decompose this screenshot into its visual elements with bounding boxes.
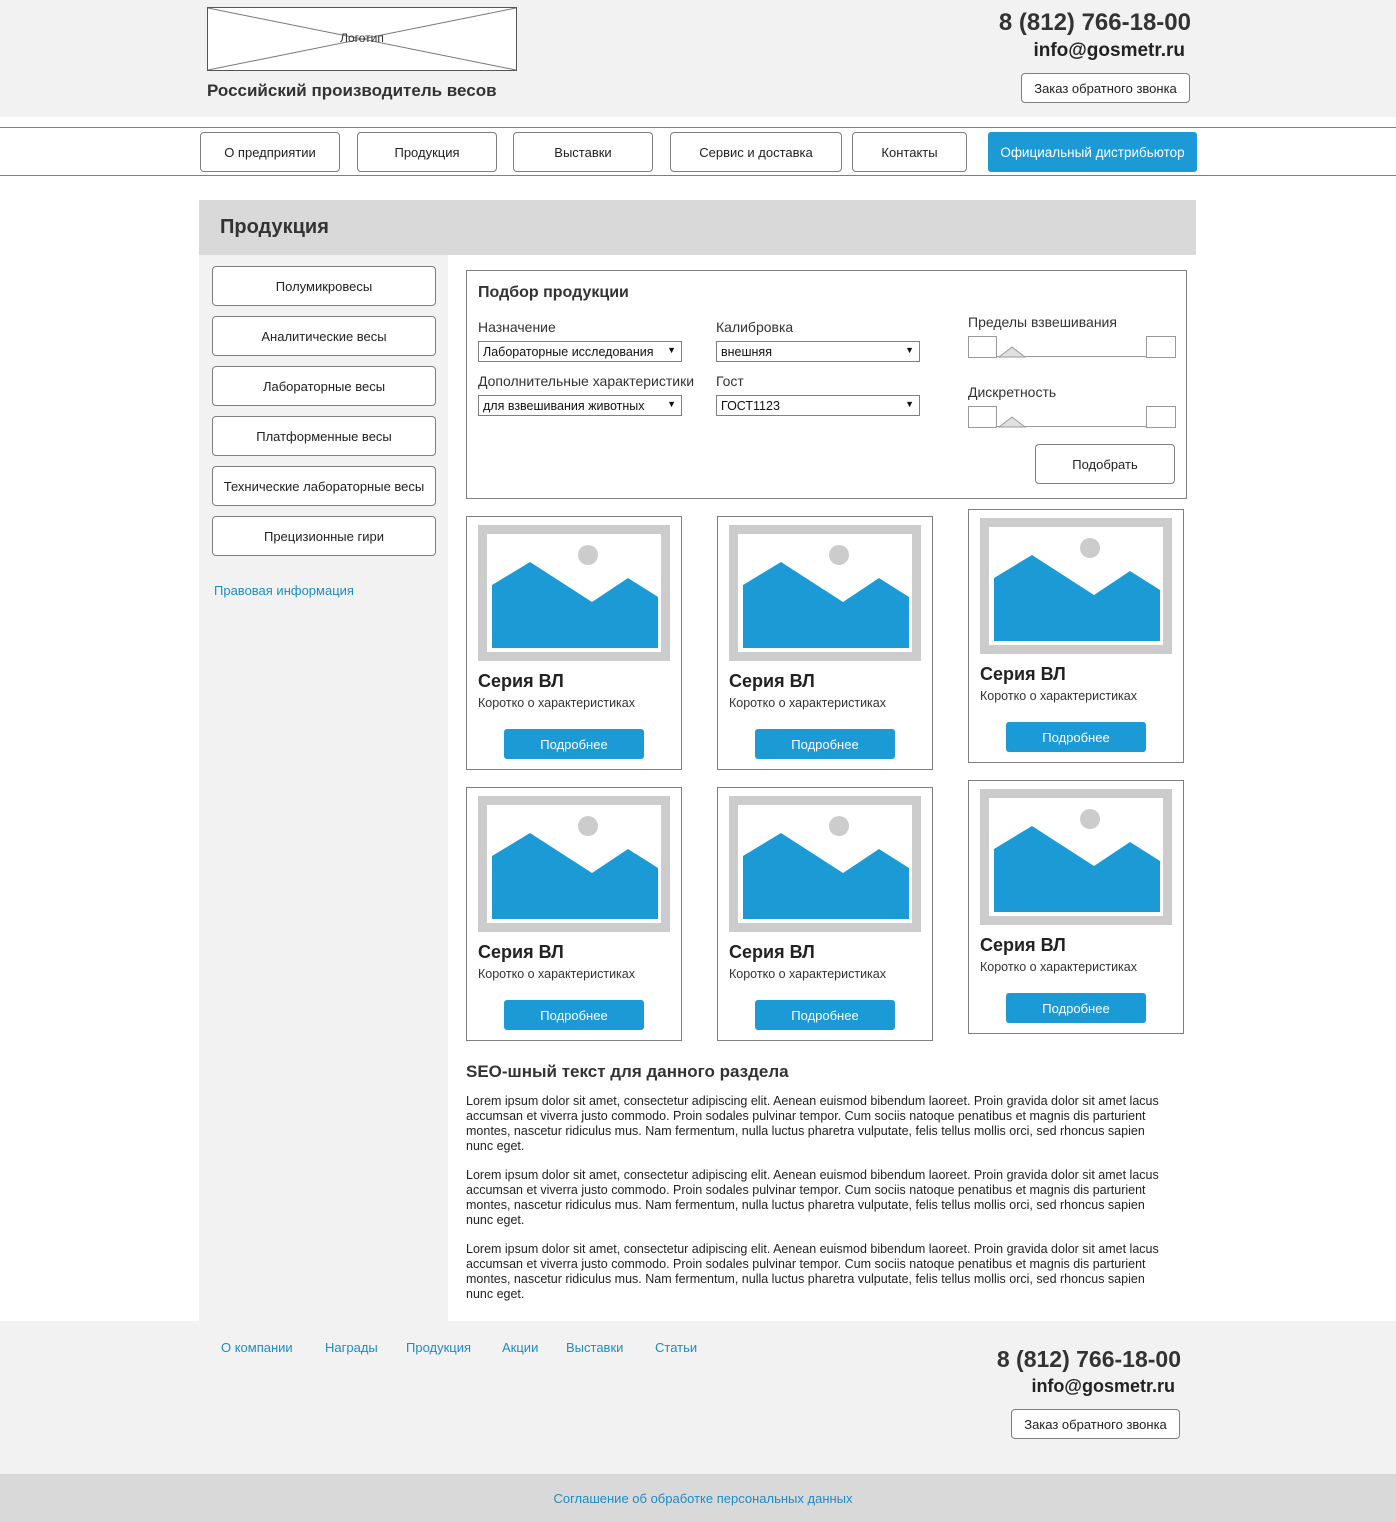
- product-description: Коротко о характеристиках: [980, 689, 1137, 703]
- image-placeholder-icon: [980, 518, 1172, 654]
- slider-handle-icon[interactable]: [998, 346, 1026, 358]
- limits-label: Пределы взвешивания: [968, 314, 1117, 330]
- product-card[interactable]: Серия ВЛ Коротко о характеристиках Подробн…: [717, 516, 933, 770]
- footer-link-promotions[interactable]: Акции: [502, 1340, 538, 1355]
- calibration-select-value: внешняя: [721, 345, 772, 359]
- image-placeholder-icon: [729, 796, 921, 932]
- chevron-down-icon: ▼: [667, 345, 676, 355]
- seo-paragraph: Lorem ipsum dolor sit amet, consectetur …: [466, 1242, 1159, 1301]
- nav-item-contacts[interactable]: Контакты: [852, 132, 967, 172]
- nav-item-service[interactable]: Сервис и доставка: [670, 132, 842, 172]
- limits-slider[interactable]: [968, 336, 1176, 358]
- page-title: Продукция: [220, 216, 329, 238]
- seo-text: Lorem ipsum dolor sit amet, consectetur …: [466, 1094, 1166, 1316]
- product-title[interactable]: Серия ВЛ: [980, 935, 1066, 956]
- product-card[interactable]: Серия ВЛ Коротко о характеристиках Подробн…: [466, 516, 682, 770]
- purpose-select[interactable]: Лабораторные исследования ▼: [478, 341, 682, 362]
- tagline: Российский производитель весов: [207, 81, 497, 100]
- sidebar-item-technical[interactable]: Технические лабораторные весы: [212, 466, 436, 506]
- product-details-button[interactable]: Подробнее: [504, 1000, 644, 1030]
- sidebar-item-laboratory[interactable]: Лабораторные весы: [212, 366, 436, 406]
- product-title[interactable]: Серия ВЛ: [980, 664, 1066, 685]
- extra-select[interactable]: для взвешивания животных ▼: [478, 395, 682, 416]
- legal-info-link[interactable]: Правовая информация: [214, 583, 354, 598]
- sidebar-item-weights[interactable]: Прецизионные гири: [212, 516, 436, 556]
- sidebar-item-platform[interactable]: Платформенные весы: [212, 416, 436, 456]
- calibration-label: Калибровка: [716, 319, 794, 335]
- footer-link-products[interactable]: Продукция: [406, 1340, 471, 1355]
- gost-select[interactable]: ГОСТ1123 ▼: [716, 395, 920, 416]
- discreteness-label: Дискретность: [968, 384, 1057, 400]
- product-details-button[interactable]: Подробнее: [504, 729, 644, 759]
- product-details-button[interactable]: Подробнее: [755, 729, 895, 759]
- product-card[interactable]: Серия ВЛ Коротко о характеристиках Подробн…: [466, 787, 682, 1041]
- chevron-down-icon: ▼: [667, 399, 676, 409]
- image-placeholder-icon: [478, 525, 670, 661]
- bottom-bar: Соглашение об обработке персональных дан…: [0, 1474, 1396, 1522]
- slider-handle-icon[interactable]: [998, 416, 1026, 428]
- header-email[interactable]: info@gosmetr.ru: [1033, 40, 1185, 62]
- product-details-button[interactable]: Подробнее: [1006, 722, 1146, 752]
- calibration-select[interactable]: внешняя ▼: [716, 341, 920, 362]
- nav-item-exhibitions[interactable]: Выставки: [513, 132, 653, 172]
- slider-max-box[interactable]: [1146, 406, 1176, 428]
- chevron-down-icon: ▼: [905, 399, 914, 409]
- product-description: Коротко о характеристиках: [980, 960, 1137, 974]
- logo-label: Логотип: [340, 31, 384, 45]
- product-card[interactable]: Серия ВЛ Коротко о характеристиках Подробн…: [968, 509, 1184, 763]
- footer-link-exhibitions[interactable]: Выставки: [566, 1340, 623, 1355]
- filter-title: Подбор продукции: [478, 284, 629, 301]
- chevron-down-icon: ▼: [905, 345, 914, 355]
- image-placeholder-icon: [980, 789, 1172, 925]
- product-details-button[interactable]: Подробнее: [755, 1000, 895, 1030]
- header: Логотип Российский производитель весов 8…: [0, 0, 1396, 117]
- product-title[interactable]: Серия ВЛ: [478, 671, 564, 692]
- product-description: Коротко о характеристиках: [478, 696, 635, 710]
- seo-paragraph: Lorem ipsum dolor sit amet, consectetur …: [466, 1094, 1159, 1153]
- slider-min-box[interactable]: [968, 336, 997, 358]
- footer-callback-button[interactable]: Заказ обратного звонка: [1011, 1409, 1180, 1439]
- distributor-button[interactable]: Официальный дистрибьютор: [988, 132, 1197, 172]
- footer: [0, 1321, 1396, 1474]
- nav-item-about[interactable]: О предприятии: [200, 132, 340, 172]
- product-details-button[interactable]: Подробнее: [1006, 993, 1146, 1023]
- slider-min-box[interactable]: [968, 406, 997, 428]
- sidebar-item-analytical[interactable]: Аналитические весы: [212, 316, 436, 356]
- slider-max-box[interactable]: [1146, 336, 1176, 358]
- footer-email[interactable]: info@gosmetr.ru: [1031, 1376, 1175, 1397]
- logo-placeholder[interactable]: Логотип: [207, 7, 517, 71]
- product-card[interactable]: Серия ВЛ Коротко о характеристиках Подробн…: [717, 787, 933, 1041]
- footer-link-awards[interactable]: Награды: [325, 1340, 378, 1355]
- sidebar: [199, 255, 448, 1321]
- product-description: Коротко о характеристиках: [478, 967, 635, 981]
- footer-phone[interactable]: 8 (812) 766-18-00: [997, 1346, 1181, 1373]
- product-description: Коротко о характеристиках: [729, 967, 886, 981]
- gost-label: Гост: [716, 373, 744, 389]
- product-title[interactable]: Серия ВЛ: [729, 671, 815, 692]
- agreement-link[interactable]: Соглашение об обработке персональных дан…: [0, 1491, 1396, 1506]
- gost-select-value: ГОСТ1123: [721, 399, 780, 413]
- seo-title: SEO-шный текст для данного раздела: [466, 1062, 789, 1081]
- page-title-bar: Продукция: [199, 200, 1196, 255]
- sidebar-item-semimicro[interactable]: Полумикровесы: [212, 266, 436, 306]
- footer-link-about[interactable]: О компании: [221, 1340, 293, 1355]
- footer-link-articles[interactable]: Статьи: [655, 1340, 697, 1355]
- product-title[interactable]: Серия ВЛ: [478, 942, 564, 963]
- filter-panel: Подбор продукции Назначение Лабораторные…: [466, 270, 1187, 499]
- image-placeholder-icon: [729, 525, 921, 661]
- product-description: Коротко о характеристиках: [729, 696, 886, 710]
- image-placeholder-icon: [478, 796, 670, 932]
- product-title[interactable]: Серия ВЛ: [729, 942, 815, 963]
- header-callback-button[interactable]: Заказ обратного звонка: [1021, 73, 1190, 103]
- nav-item-products[interactable]: Продукция: [357, 132, 497, 172]
- purpose-label: Назначение: [478, 319, 556, 335]
- purpose-select-value: Лабораторные исследования: [483, 345, 654, 359]
- extra-select-value: для взвешивания животных: [483, 399, 645, 413]
- header-phone[interactable]: 8 (812) 766-18-00: [999, 9, 1191, 37]
- product-card[interactable]: Серия ВЛ Коротко о характеристиках Подробн…: [968, 780, 1184, 1034]
- extra-label: Дополнительные характеристики: [478, 373, 695, 389]
- filter-submit-button[interactable]: Подобрать: [1035, 444, 1175, 484]
- discreteness-slider[interactable]: [968, 406, 1176, 428]
- seo-paragraph: Lorem ipsum dolor sit amet, consectetur …: [466, 1168, 1159, 1227]
